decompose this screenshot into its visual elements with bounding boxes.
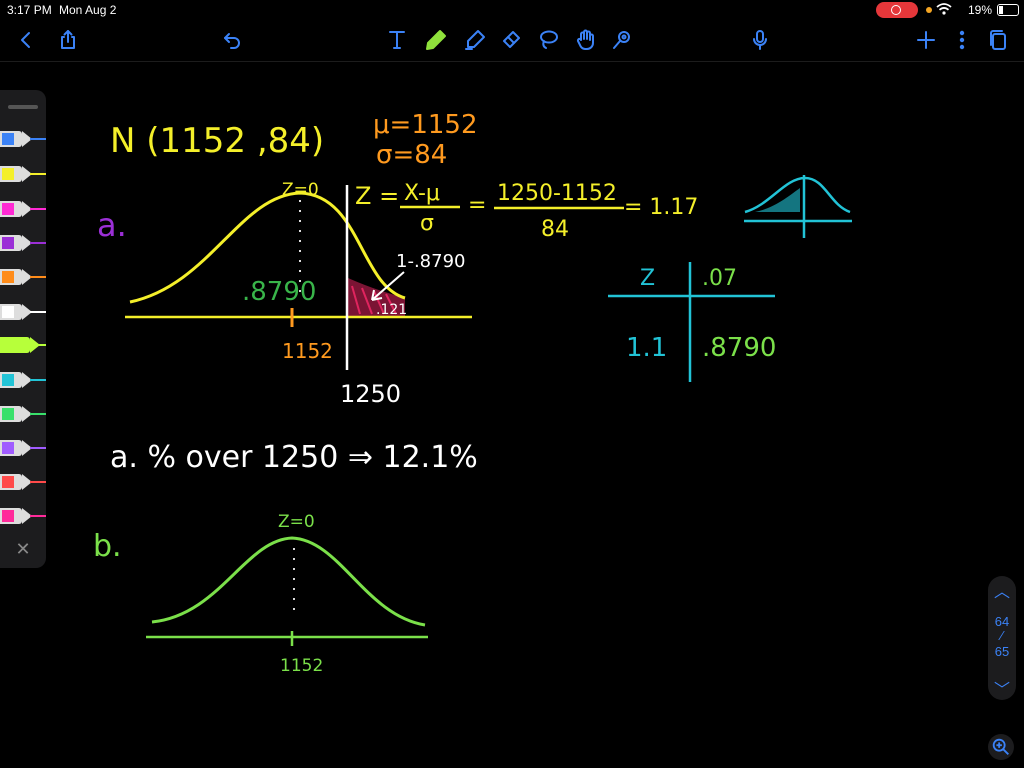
complement-label: 1-.8790	[396, 251, 465, 272]
pen-swatch-9[interactable]	[0, 403, 46, 425]
text-tool-icon[interactable]	[383, 26, 411, 54]
answer-a: a. % over 1250 ⇒ 12.1%	[110, 440, 478, 475]
close-palette-icon[interactable]: ✕	[14, 540, 32, 558]
pen-swatch-12[interactable]	[0, 505, 46, 527]
pen-swatch-4[interactable]	[0, 232, 46, 254]
pen-swatch-10[interactable]	[0, 437, 46, 459]
lasso-tool-icon[interactable]	[534, 26, 562, 54]
left-area-label: .8790	[242, 277, 316, 307]
pen-swatch-8[interactable]	[0, 369, 46, 391]
total-pages: 65	[994, 644, 1010, 659]
status-time: 3:17 PM	[7, 3, 52, 17]
tail-value-label: .121	[376, 302, 407, 318]
pen-palette: ✕	[0, 90, 46, 568]
laser-pointer-icon[interactable]	[608, 26, 636, 54]
table-col-header: .07	[702, 266, 737, 291]
part-b-label: b.	[93, 529, 122, 564]
pen-swatch-5[interactable]	[0, 266, 46, 288]
status-date: Mon Aug 2	[59, 3, 117, 17]
bell-curve-b	[151, 536, 426, 627]
battery-icon	[997, 4, 1019, 16]
page-separator: ⁄	[1000, 628, 1004, 643]
wifi-icon	[936, 3, 952, 18]
chevron-down-icon[interactable]: ﹀	[988, 676, 1016, 700]
eraser-tool-icon[interactable]	[497, 26, 525, 54]
undo-icon[interactable]	[218, 26, 246, 54]
current-page: 64	[994, 614, 1010, 629]
more-icon[interactable]	[948, 26, 976, 54]
z0-label-b: Z=0	[278, 512, 315, 532]
sigma-label: σ=84	[376, 140, 447, 170]
table-row-header: 1.1	[626, 333, 667, 363]
toolbar	[0, 22, 1024, 60]
hand-icon[interactable]	[572, 26, 600, 54]
part-a-label: a.	[97, 206, 127, 244]
calc-denominator: 84	[541, 217, 569, 242]
palette-drag-handle[interactable]	[8, 105, 38, 109]
mic-in-use-dot	[926, 7, 932, 13]
highlighter-tool-icon[interactable]	[461, 26, 489, 54]
zoom-in-icon	[992, 738, 1009, 755]
pages-icon[interactable]	[984, 26, 1012, 54]
calc-numerator: 1250-1152	[497, 181, 617, 206]
mu-label: μ=1152	[373, 110, 478, 140]
pen-swatch-7-selected[interactable]	[0, 334, 46, 356]
pen-tool-icon[interactable]	[422, 26, 450, 54]
x-label-1250: 1250	[340, 380, 401, 408]
z-result: = 1.17	[624, 195, 698, 220]
pen-swatch-1[interactable]	[0, 128, 46, 150]
pen-swatch-2[interactable]	[0, 163, 46, 185]
mean-label-b: 1152	[280, 656, 323, 676]
table-value: .8790	[702, 333, 776, 363]
status-bar: 3:17 PM Mon Aug 2 19%	[0, 0, 1024, 22]
microphone-icon[interactable]	[746, 26, 774, 54]
pen-swatch-6[interactable]	[0, 301, 46, 323]
screen-recording-indicator[interactable]	[876, 2, 918, 18]
pen-swatch-11[interactable]	[0, 471, 46, 493]
z0-label-a: Z=0	[282, 180, 319, 200]
mean-label-a: 1152	[282, 339, 333, 363]
table-z-header: Z	[640, 266, 655, 291]
note-canvas[interactable]: N (1152 ,84) μ=1152 σ=84 a. Z=0 .8790 11…	[0, 62, 1024, 768]
z-formula-denominator: σ	[420, 211, 434, 236]
z-formula-numerator: X-μ	[404, 181, 440, 206]
back-icon[interactable]	[12, 26, 40, 54]
page-navigator: ︿ 64 ⁄ 65 ﹀	[988, 576, 1016, 700]
distribution-label: N (1152 ,84)	[110, 121, 324, 161]
zoom-button[interactable]	[988, 734, 1014, 760]
share-icon[interactable]	[54, 26, 82, 54]
pen-swatch-3[interactable]	[0, 198, 46, 220]
z-formula-lhs: Z =	[355, 182, 399, 210]
chevron-up-icon[interactable]: ︿	[988, 578, 1016, 602]
equals-sign-1: =	[468, 193, 486, 218]
battery-percent: 19%	[968, 3, 993, 17]
add-page-icon[interactable]	[912, 26, 940, 54]
